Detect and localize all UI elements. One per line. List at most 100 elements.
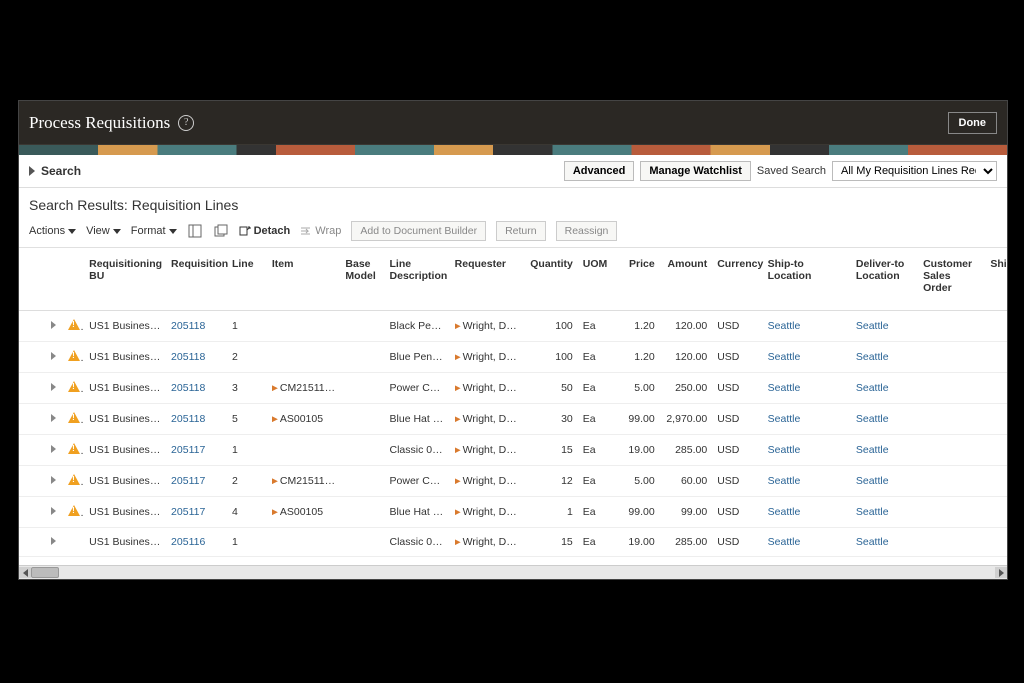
- col-currency[interactable]: Currency: [712, 248, 762, 311]
- col-deliverto[interactable]: Deliver-to Location: [851, 248, 918, 311]
- shipto-link[interactable]: Seattle: [768, 536, 801, 548]
- detach-link[interactable]: Detach: [239, 225, 291, 237]
- advanced-button[interactable]: Advanced: [564, 161, 635, 181]
- scroll-left-icon[interactable]: [19, 567, 31, 578]
- col-requisition[interactable]: Requisition: [166, 248, 227, 311]
- cell-price: 19.00: [609, 435, 659, 466]
- table-row[interactable]: US1 Business U...2051183CM2151101Power C…: [19, 373, 1007, 404]
- deliverto-link[interactable]: Seattle: [856, 351, 889, 363]
- cell-uom: Ea: [578, 311, 610, 342]
- requisition-link[interactable]: 205118: [171, 413, 205, 425]
- cell-line: 2: [227, 342, 267, 373]
- warning-icon: [68, 443, 80, 454]
- table-row[interactable]: US1 Business U...2051161Classic 0.5 mmWr…: [19, 528, 1007, 557]
- cell-bu: US1 Business U...: [84, 373, 166, 404]
- cell-line: 5: [227, 404, 267, 435]
- table-row[interactable]: US1 Business U...2051172CM2151101Power C…: [19, 466, 1007, 497]
- deliverto-link[interactable]: Seattle: [856, 382, 889, 394]
- scroll-thumb[interactable]: [31, 567, 59, 578]
- scroll-right-icon[interactable]: [995, 567, 1007, 578]
- cell-requester: Wright, David: [450, 497, 526, 528]
- search-toggle[interactable]: Search: [29, 164, 81, 178]
- col-quantity[interactable]: Quantity: [525, 248, 578, 311]
- person-marker-icon: [455, 416, 461, 422]
- help-icon[interactable]: ?: [178, 115, 194, 131]
- col-requester[interactable]: Requester: [450, 248, 526, 311]
- col-line[interactable]: Line: [227, 248, 267, 311]
- requisition-link[interactable]: 205117: [171, 475, 205, 487]
- saved-search-select[interactable]: All My Requisition Lines Requiring Actio…: [832, 161, 997, 181]
- format-menu[interactable]: Format: [131, 225, 177, 237]
- expand-icon[interactable]: [51, 507, 56, 515]
- requisition-link[interactable]: 205117: [171, 444, 205, 456]
- search-bar: Search Advanced Manage Watchlist Saved S…: [19, 155, 1007, 188]
- horizontal-scrollbar[interactable]: [19, 565, 1007, 579]
- cell-amount: 60.00: [660, 466, 713, 497]
- return-button[interactable]: Return: [496, 221, 546, 241]
- table-row[interactable]: US1 Business U...2051174AS00105Blue Hat …: [19, 497, 1007, 528]
- wrap-link[interactable]: Wrap: [300, 225, 341, 237]
- grid[interactable]: Requisitioning BU Requisition Line Item …: [19, 248, 1007, 565]
- deliverto-link[interactable]: Seattle: [856, 506, 889, 518]
- shipto-link[interactable]: Seattle: [768, 444, 801, 456]
- person-marker-icon: [455, 447, 461, 453]
- table-row[interactable]: US1 Business U...2051171Classic 0.5 mmWr…: [19, 435, 1007, 466]
- expand-icon[interactable]: [51, 537, 56, 545]
- manage-watchlist-button[interactable]: Manage Watchlist: [640, 161, 751, 181]
- requisition-link[interactable]: 205118: [171, 382, 205, 394]
- shipto-link[interactable]: Seattle: [768, 382, 801, 394]
- requisition-link[interactable]: 205118: [171, 320, 205, 332]
- col-cso[interactable]: Customer Sales Order: [918, 248, 985, 311]
- deliverto-link[interactable]: Seattle: [856, 413, 889, 425]
- actions-menu[interactable]: Actions: [29, 225, 76, 237]
- cell-line: 2: [227, 557, 267, 566]
- cell-desc: Classic 0.5 mm: [385, 528, 450, 557]
- view-menu[interactable]: View: [86, 225, 121, 237]
- cell-item: [267, 435, 341, 466]
- expand-icon[interactable]: [51, 414, 56, 422]
- deliverto-link[interactable]: Seattle: [856, 320, 889, 332]
- shipto-link[interactable]: Seattle: [768, 351, 801, 363]
- done-button[interactable]: Done: [948, 112, 998, 134]
- expand-icon[interactable]: [51, 321, 56, 329]
- shipto-link[interactable]: Seattle: [768, 506, 801, 518]
- shipto-link[interactable]: Seattle: [768, 475, 801, 487]
- deliverto-link[interactable]: Seattle: [856, 536, 889, 548]
- requisition-link[interactable]: 205117: [171, 506, 205, 518]
- table-row[interactable]: US1 Business U...2051181Black Pens 12 PW…: [19, 311, 1007, 342]
- col-base-model[interactable]: Base Model: [340, 248, 384, 311]
- cell-requester: Wright, David: [450, 435, 526, 466]
- table-row[interactable]: US1 Business U...2051182Blue Pens 12 PWr…: [19, 342, 1007, 373]
- expand-icon[interactable]: [51, 352, 56, 360]
- deliverto-link[interactable]: Seattle: [856, 444, 889, 456]
- col-req-bu[interactable]: Requisitioning BU: [84, 248, 166, 311]
- table-row[interactable]: US1 Business U...2051185AS00105Blue Hat …: [19, 404, 1007, 435]
- cell-price: 1.20: [609, 311, 659, 342]
- table-row[interactable]: US1 Business U...2051162CM2151101Power C…: [19, 557, 1007, 566]
- col-uom[interactable]: UOM: [578, 248, 610, 311]
- cell-item: CM2151101: [267, 466, 341, 497]
- expand-icon[interactable]: [51, 383, 56, 391]
- detach-icon[interactable]: [213, 223, 229, 239]
- cell-amount: 2,970.00: [660, 404, 713, 435]
- col-line-desc[interactable]: Line Description: [385, 248, 450, 311]
- col-item[interactable]: Item: [267, 248, 341, 311]
- shipto-link[interactable]: Seattle: [768, 320, 801, 332]
- cell-price: 19.00: [609, 528, 659, 557]
- col-amount[interactable]: Amount: [660, 248, 713, 311]
- cell-uom: Ea: [578, 342, 610, 373]
- deliverto-link[interactable]: Seattle: [856, 475, 889, 487]
- cell-item: [267, 528, 341, 557]
- reassign-button[interactable]: Reassign: [556, 221, 618, 241]
- col-shipto-party[interactable]: Ship-to Part: [985, 248, 1007, 311]
- requisition-link[interactable]: 205118: [171, 351, 205, 363]
- shipto-link[interactable]: Seattle: [768, 413, 801, 425]
- col-price[interactable]: Price: [609, 248, 659, 311]
- expand-icon[interactable]: [51, 445, 56, 453]
- add-doc-builder-button[interactable]: Add to Document Builder: [351, 221, 486, 241]
- requisition-link[interactable]: 205116: [171, 536, 205, 548]
- expand-icon[interactable]: [51, 476, 56, 484]
- col-shipto[interactable]: Ship-to Location: [763, 248, 851, 311]
- cell-line: 2: [227, 466, 267, 497]
- freeze-icon[interactable]: [187, 223, 203, 239]
